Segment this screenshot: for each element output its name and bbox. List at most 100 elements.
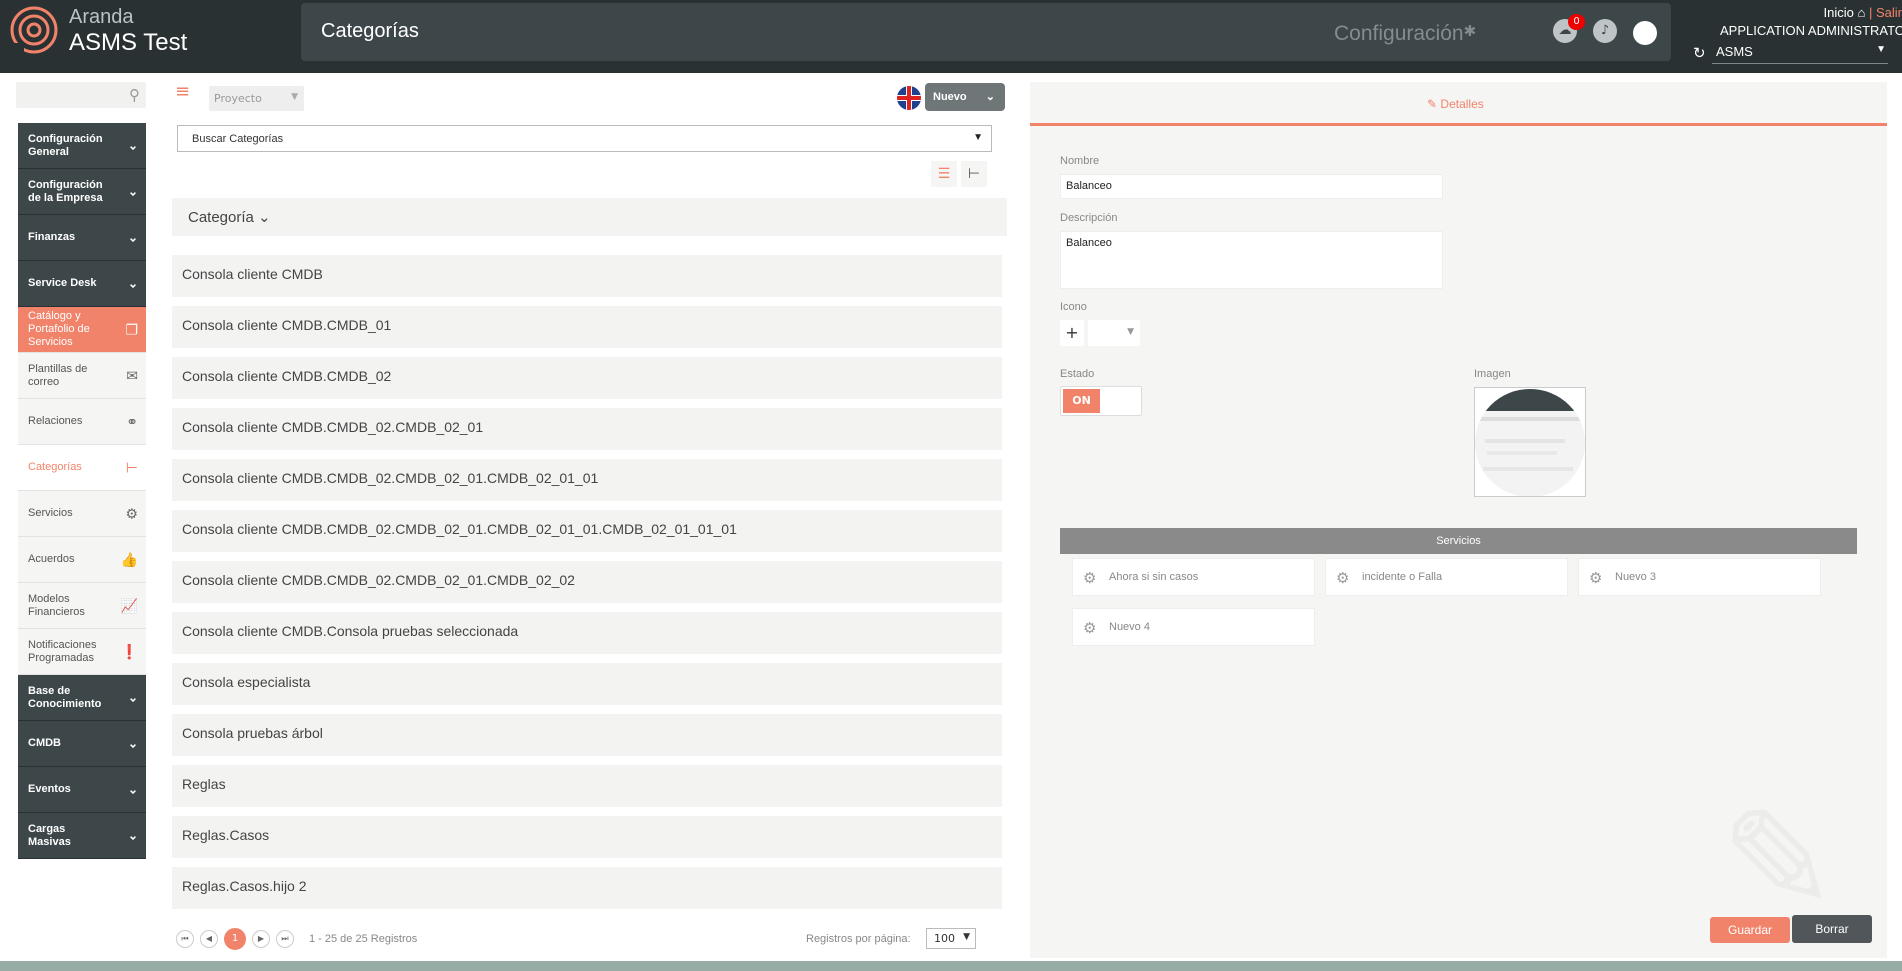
service-card[interactable]: ⚙ Ahora si sin casos xyxy=(1072,558,1315,596)
caret-down-icon: ▼ xyxy=(1127,327,1134,337)
avatar[interactable] xyxy=(1633,21,1657,45)
chevron-down-icon: ⌄ xyxy=(127,138,138,152)
delete-button[interactable]: Borrar xyxy=(1792,915,1872,943)
sidebar-item[interactable]: Relaciones ⚭ xyxy=(18,399,146,445)
list-item[interactable]: Reglas xyxy=(172,765,1002,807)
uk-flag-icon[interactable] xyxy=(897,86,921,110)
refresh-icon[interactable]: ↻ xyxy=(1693,44,1706,62)
config-link[interactable]: Configuración✱ xyxy=(1334,22,1476,46)
aranda-logo-icon xyxy=(10,6,58,54)
sidebar-item-label: Notificaciones Programadas xyxy=(28,638,97,664)
icon-label: Icono xyxy=(1060,301,1087,313)
thumbs-up-icon: 👍 xyxy=(120,551,138,567)
logout-link[interactable]: Salir xyxy=(1876,5,1902,20)
menu-toggle-icon[interactable]: ≡ xyxy=(175,83,192,101)
icon-select[interactable]: ▼ xyxy=(1088,320,1140,346)
sidebar-item[interactable]: Acuerdos 👍 xyxy=(18,537,146,583)
sidebar-item[interactable]: Configuración General ⌄ xyxy=(18,123,146,169)
service-card[interactable]: ⚙ incidente o Falla xyxy=(1325,558,1568,596)
category-tree-icon: ⊢ xyxy=(125,459,138,475)
next-page-button[interactable]: ▶ xyxy=(252,930,270,948)
service-card[interactable]: ⚙ Nuevo 4 xyxy=(1072,608,1315,646)
bell-icon[interactable]: ♪ xyxy=(1593,19,1617,43)
sidebar-item[interactable]: Base de Conocimiento ⌄ xyxy=(18,675,146,721)
prev-page-button[interactable]: ◀ xyxy=(200,930,218,948)
search-categories-select[interactable]: Buscar Categorías ▼ xyxy=(177,125,992,152)
list-item[interactable]: Reglas.Casos xyxy=(172,816,1002,858)
save-button[interactable]: Guardar xyxy=(1710,917,1790,943)
list-view-icon[interactable]: ☰ xyxy=(931,161,957,187)
sidebar-item[interactable]: Notificaciones Programadas ❗ xyxy=(18,629,146,675)
sidebar-item[interactable]: Cargas Masivas ⌄ xyxy=(18,813,146,859)
sort-chevron-icon[interactable]: ⌄ xyxy=(258,209,271,226)
first-page-button[interactable]: ⏮ xyxy=(176,930,194,948)
list-header[interactable]: Categoría ⌄ xyxy=(172,198,1007,236)
sidebar-item[interactable]: Finanzas ⌄ xyxy=(18,215,146,261)
sidebar-item[interactable]: Categorías ⊢ xyxy=(18,445,146,491)
tree-view-icon[interactable]: ⊢ xyxy=(961,161,987,187)
sidebar-item[interactable]: Servicios ⚙ xyxy=(18,491,146,537)
project-select[interactable]: Proyecto ▼ xyxy=(209,86,304,111)
sidebar-item-label: Servicios xyxy=(28,507,73,519)
sidebar: Configuración General ⌄ Configuración de l… xyxy=(18,123,146,859)
list-item[interactable]: Consola cliente CMDB.CMDB_02.CMDB_02_01.… xyxy=(172,561,1002,603)
chevron-down-icon: ⌄ xyxy=(127,782,138,796)
image-thumbnail[interactable] xyxy=(1474,387,1586,497)
services-icon: ⚙ xyxy=(1083,620,1097,637)
list-item[interactable]: Consola cliente CMDB.CMDB_01 xyxy=(172,306,1002,348)
page-button[interactable]: 1 xyxy=(224,928,246,950)
category-list: Consola cliente CMDB Consola cliente CMDB… xyxy=(172,255,1002,918)
home-link[interactable]: Inicio xyxy=(1824,5,1854,20)
search-icon[interactable]: ⚲ xyxy=(129,86,140,104)
separator: | xyxy=(1868,5,1873,20)
per-page-value: 100 xyxy=(934,932,955,945)
caret-down-icon: ▼ xyxy=(1876,44,1886,55)
list-item[interactable]: Consola cliente CMDB xyxy=(172,255,1002,297)
state-toggle[interactable]: ON xyxy=(1060,386,1142,416)
service-label: Nuevo 4 xyxy=(1109,621,1150,633)
sidebar-item-label: Base de Conocimiento xyxy=(28,684,102,710)
gear-icon: ✱ xyxy=(1463,23,1477,40)
list-item[interactable]: Consola pruebas árbol xyxy=(172,714,1002,756)
list-item[interactable]: Reglas.Casos.hijo 2 xyxy=(172,867,1002,909)
user-name: APPLICATION ADMINISTRATOR xyxy=(1720,23,1902,38)
sidebar-item[interactable]: Modelos Financieros 📈 xyxy=(18,583,146,629)
service-card[interactable]: ⚙ Nuevo 3 xyxy=(1578,558,1821,596)
sidebar-search-input[interactable]: ⚲ xyxy=(16,82,146,108)
sidebar-item[interactable]: CMDB ⌄ xyxy=(18,721,146,767)
description-field[interactable]: Balanceo xyxy=(1060,231,1443,289)
system-select-value: ASMS xyxy=(1716,44,1753,59)
list-item[interactable]: Consola cliente CMDB.CMDB_02.CMDB_02_01.… xyxy=(172,510,1002,552)
list-item[interactable]: Consola cliente CMDB.CMDB_02.CMDB_02_01.… xyxy=(172,459,1002,501)
add-icon-button[interactable]: + xyxy=(1060,320,1084,346)
sidebar-item[interactable]: Eventos ⌄ xyxy=(18,767,146,813)
caret-down-icon: ▼ xyxy=(963,932,970,942)
new-button[interactable]: Nuevo ⌄ xyxy=(925,83,1005,111)
name-label: Nombre xyxy=(1060,155,1100,167)
project-select-value: Proyecto xyxy=(214,92,262,105)
list-item[interactable]: Consola cliente CMDB.CMDB_02.CMDB_02_01 xyxy=(172,408,1002,450)
last-page-button[interactable]: ⏭ xyxy=(276,930,294,948)
toggle-on-label: ON xyxy=(1063,389,1100,413)
home-icon[interactable]: ⌂ xyxy=(1857,5,1865,20)
sidebar-item-label: Acuerdos xyxy=(28,553,75,565)
catalog-icon: ❐ xyxy=(125,321,138,337)
sidebar-item[interactable]: Service Desk ⌄ xyxy=(18,261,146,307)
chart-icon: 📈 xyxy=(120,597,138,613)
service-label: Nuevo 3 xyxy=(1615,571,1656,583)
list-item[interactable]: Consola cliente CMDB.Consola pruebas sel… xyxy=(172,612,1002,654)
sidebar-item[interactable]: Catálogo y Portafolio de Servicios ❐ xyxy=(18,307,146,353)
chevron-down-icon: ⌄ xyxy=(127,184,138,198)
tab-details[interactable]: ✎ Detalles xyxy=(1030,82,1887,126)
per-page-label: Registros por página: xyxy=(806,933,911,945)
system-select[interactable]: ASMS ▼ xyxy=(1712,42,1888,64)
name-field[interactable]: Balanceo xyxy=(1060,174,1443,199)
sidebar-item-label: Eventos xyxy=(28,783,71,795)
per-page-select[interactable]: 100 ▼ xyxy=(926,928,976,949)
sidebar-item-label: Finanzas xyxy=(28,231,76,243)
service-label: Ahora si sin casos xyxy=(1109,571,1199,583)
sidebar-item[interactable]: Configuración de la Empresa ⌄ xyxy=(18,169,146,215)
sidebar-item[interactable]: Plantillas de correo ✉ xyxy=(18,353,146,399)
list-item[interactable]: Consola especialista xyxy=(172,663,1002,705)
list-item[interactable]: Consola cliente CMDB.CMDB_02 xyxy=(172,357,1002,399)
